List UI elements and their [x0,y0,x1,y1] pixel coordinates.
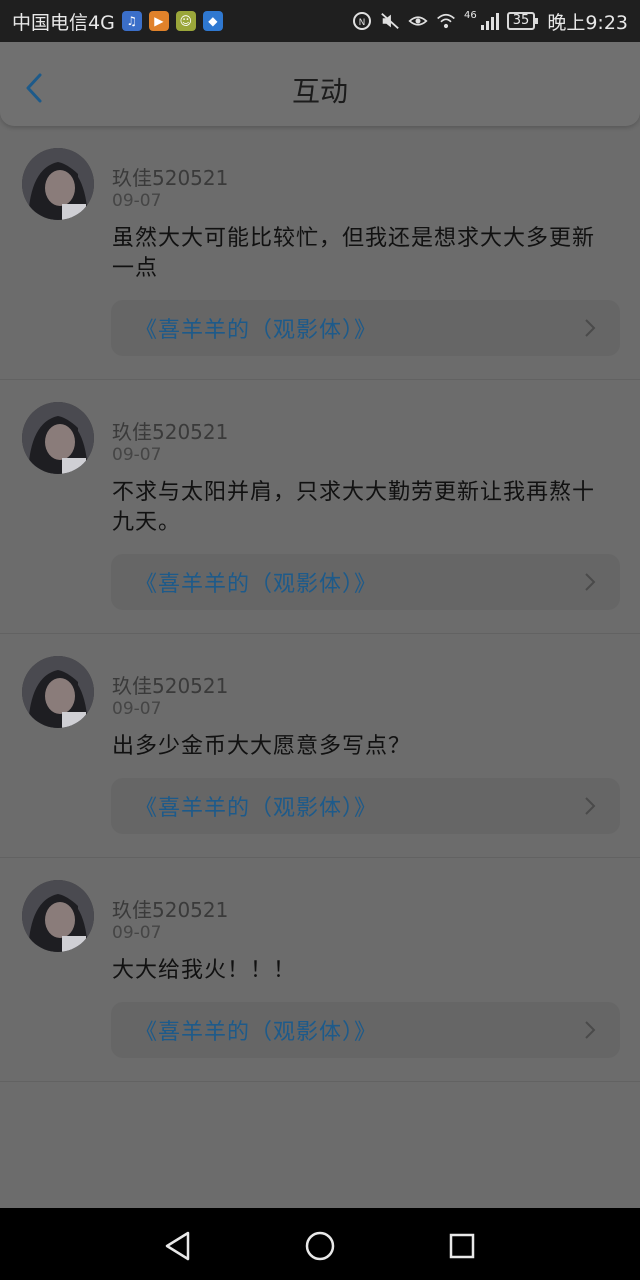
divider [0,379,640,380]
signal-icon [479,11,499,31]
book-title: 《喜羊羊的（观影体）》 [135,1020,378,1045]
book-link-card[interactable]: 《喜羊羊的（观影体）》 [111,778,620,834]
nav-recents-button[interactable] [442,1226,482,1266]
comment-text: 不求与太阳并肩，只求大大勤劳更新让我再熬十九天。 [112,480,596,535]
browser-app-icon: ◆ [202,11,223,31]
divider [0,857,640,858]
comment-date: 09-07 [112,445,162,465]
avatar[interactable] [22,656,94,728]
system-nav-bar [0,1208,640,1280]
carrier-label: 中国电信4G [12,11,115,34]
top-app-bar: 互动 [0,42,640,126]
chat-app-icon: ☺ [175,11,196,31]
avatar[interactable] [22,148,94,220]
divider [0,1081,640,1082]
comment-date: 09-07 [112,699,162,719]
network-type-badge: 46 [464,9,477,21]
comment-date: 09-07 [112,923,162,943]
book-link-card[interactable]: 《喜羊羊的（观影体）》 [111,300,620,356]
comment-username[interactable]: 玖佳520521 [112,162,228,191]
book-title: 《喜羊羊的（观影体）》 [135,796,378,821]
nav-back-button[interactable] [158,1226,198,1266]
video-app-icon: ▶ [148,11,169,31]
mute-icon [380,11,400,31]
chevron-right-icon [585,1021,596,1039]
status-bar: 中国电信4G ♫ ▶ ☺ ◆ N 46 35 晚上9:23 [0,0,640,42]
comment-text: 虽然大大可能比较忙，但我还是想求大大多更新一点 [112,226,596,281]
book-link-card[interactable]: 《喜羊羊的（观影体）》 [111,554,620,610]
avatar[interactable] [22,402,94,474]
music-app-icon: ♫ [121,11,142,31]
chevron-right-icon [585,573,596,591]
comment-username[interactable]: 玖佳520521 [112,416,228,445]
comment-text: 大大给我火！！！ [112,958,297,983]
comment-username[interactable]: 玖佳520521 [112,894,228,923]
wifi-icon [436,11,456,31]
battery-indicator: 35 [506,12,538,30]
avatar[interactable] [22,880,94,952]
nav-home-button[interactable] [300,1226,340,1266]
eye-comfort-icon [408,11,428,31]
chevron-right-icon [585,319,596,337]
book-link-card[interactable]: 《喜羊羊的（观影体）》 [111,1002,620,1058]
book-title: 《喜羊羊的（观影体）》 [135,572,378,597]
chevron-right-icon [585,797,596,815]
back-triangle-icon [165,1231,190,1261]
home-circle-icon [305,1231,335,1261]
book-title: 《喜羊羊的（观影体）》 [135,318,378,343]
comment-username[interactable]: 玖佳520521 [112,670,228,699]
nfc-icon: N [352,11,372,31]
page-title: 互动 [291,75,348,108]
comment-date: 09-07 [112,191,162,211]
svg-text:N: N [359,18,366,28]
divider [0,633,640,634]
recents-square-icon [449,1233,475,1259]
status-time: 晚上9:23 [547,11,628,34]
comment-text: 出多少金币大大愿意多写点？ [112,734,412,759]
